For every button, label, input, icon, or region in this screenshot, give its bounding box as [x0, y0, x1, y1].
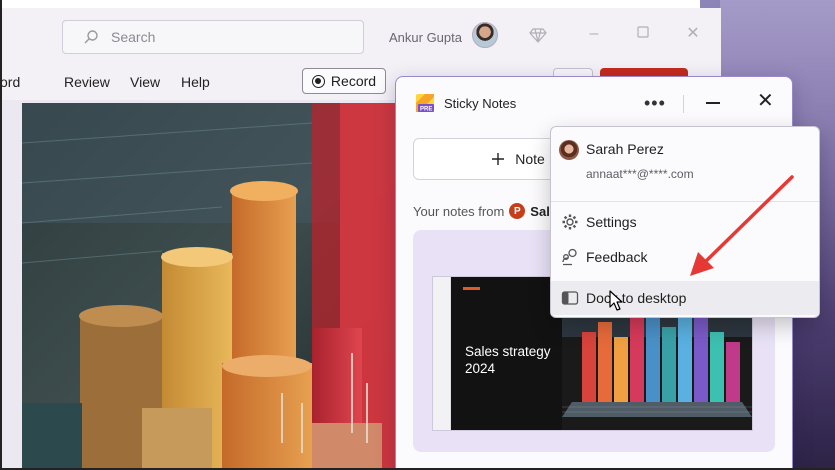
diamond-icon[interactable]	[529, 26, 547, 44]
slide-title: Sales strategy	[465, 344, 551, 359]
sticky-notes-logo-icon: PRE	[416, 94, 434, 113]
mouse-cursor-icon	[609, 290, 623, 311]
account-avatar	[559, 140, 579, 160]
tab-review[interactable]: Review	[64, 74, 110, 90]
screenshot-root: Search Ankur Gupta – ✕ ord Review View H…	[0, 0, 835, 470]
sticky-notes-titlebar: PRE Sticky Notes ••• ✕	[396, 77, 792, 129]
powerpoint-icon: P	[509, 203, 526, 219]
tab-help[interactable]: Help	[181, 74, 210, 90]
close-icon[interactable]: ✕	[685, 26, 701, 42]
maximize-icon[interactable]	[635, 26, 651, 42]
frame-left-edge	[0, 0, 2, 470]
dock-icon	[561, 291, 579, 305]
logo-text: PRE	[420, 107, 432, 113]
minimize-icon[interactable]	[706, 102, 720, 104]
powerpoint-titlebar: Search Ankur Gupta – ✕	[0, 8, 721, 64]
titlebar-separator	[683, 95, 684, 113]
menu-item-dock-to-desktop[interactable]: Dock to desktop	[551, 281, 819, 315]
record-button[interactable]: Record	[302, 68, 386, 94]
record-label: Record	[330, 73, 377, 89]
your-notes-source: Sal	[530, 203, 550, 219]
slide-image	[22, 103, 400, 470]
more-options-icon[interactable]: •••	[644, 93, 666, 114]
slide-year: 2024	[465, 361, 496, 376]
search-placeholder: Search	[111, 29, 156, 45]
search-icon	[84, 30, 98, 44]
annotation-arrow-icon	[690, 175, 794, 276]
close-icon[interactable]: ✕	[757, 91, 774, 111]
account-email: annaat***@****.com	[586, 167, 694, 181]
slide-title-text: Sales strategy 2024	[465, 343, 551, 377]
record-icon	[311, 74, 325, 88]
dock-to-desktop-label: Dock to desktop	[586, 290, 687, 306]
plus-icon	[492, 153, 505, 165]
thumbnail-sidebar	[433, 277, 451, 430]
sticky-notes-title: Sticky Notes	[444, 96, 517, 111]
user-name[interactable]: Ankur Gupta	[389, 30, 462, 45]
your-notes-header: Your notes from P Sal	[413, 203, 550, 219]
minimize-icon[interactable]: –	[586, 26, 602, 42]
user-avatar[interactable]	[472, 22, 498, 48]
search-box[interactable]: Search	[62, 20, 364, 54]
account-name: Sarah Perez	[586, 141, 664, 157]
tab-record-partial[interactable]: ord	[0, 74, 20, 90]
gear-icon	[562, 214, 578, 230]
settings-label: Settings	[586, 214, 637, 230]
new-note-label: Note	[515, 151, 545, 167]
feedback-icon	[562, 248, 577, 266]
feedback-label: Feedback	[586, 249, 648, 265]
slide-accent-bar	[463, 287, 480, 290]
your-notes-prefix: Your notes from	[413, 203, 505, 219]
tab-view[interactable]: View	[130, 74, 160, 90]
bar-chart-illustration	[22, 103, 400, 470]
